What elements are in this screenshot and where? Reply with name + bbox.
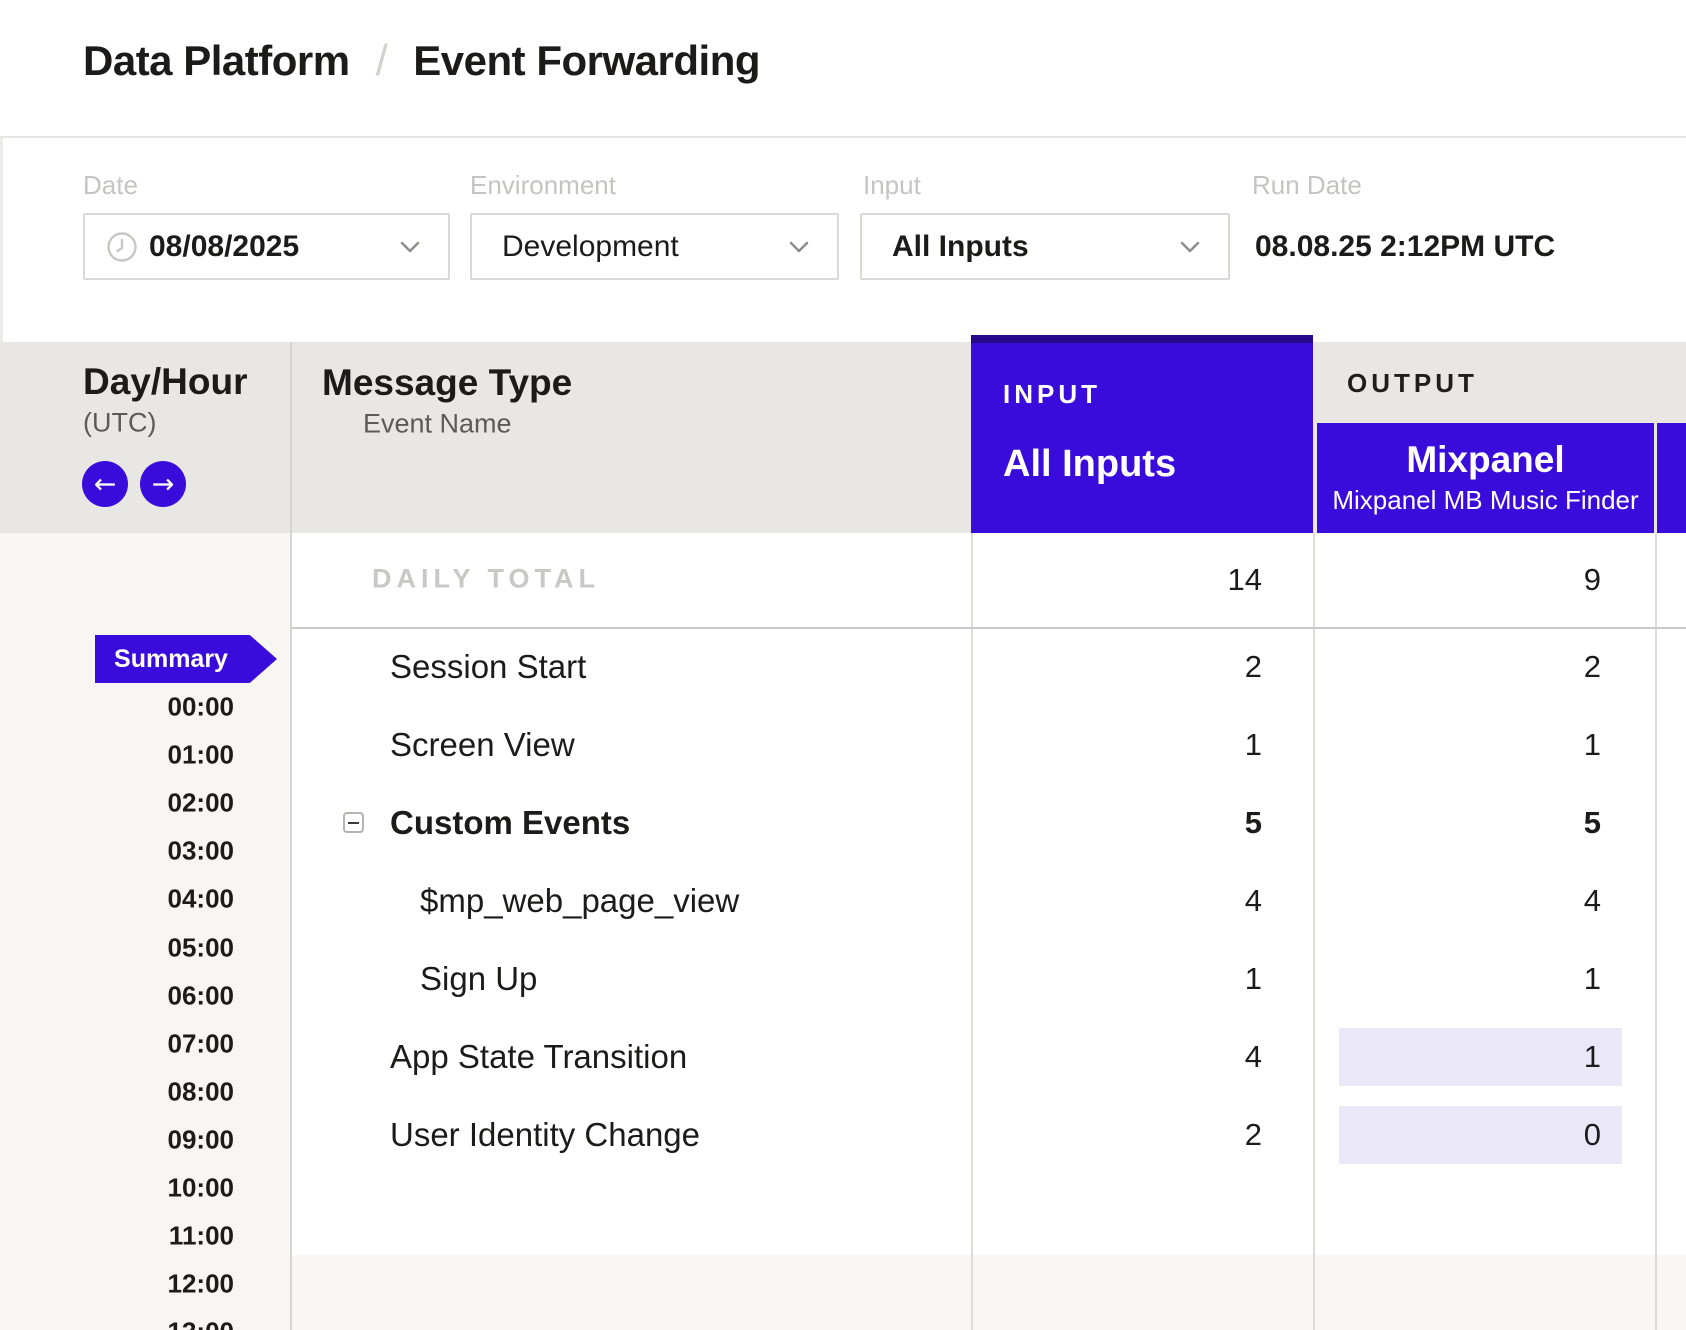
hour-label[interactable]: 13:00 (0, 1317, 234, 1330)
date-label: Date (83, 170, 138, 201)
environment-dropdown[interactable]: Development (470, 213, 839, 280)
input-count: 5 (1062, 805, 1262, 841)
table-footer-area (292, 1255, 1686, 1330)
input-dropdown[interactable]: All Inputs (860, 213, 1230, 280)
date-value: 08/08/2025 (149, 230, 299, 264)
input-count: 2 (1062, 649, 1262, 685)
hour-label[interactable]: 12:00 (0, 1269, 234, 1300)
run-date-value: 08.08.25 2:12PM UTC (1255, 230, 1555, 264)
day-hour-title: Day/Hour (83, 361, 247, 403)
output-count: 1 (1401, 727, 1601, 763)
run-date-label: Run Date (1252, 170, 1362, 201)
breadcrumb-separator: / (376, 36, 388, 86)
breadcrumb: Data Platform / Event Forwarding (83, 36, 760, 86)
output-count: 5 (1401, 805, 1601, 841)
hour-label[interactable]: 05:00 (0, 932, 234, 963)
output-count: 1 (1401, 961, 1601, 997)
breadcrumb-section[interactable]: Data Platform (83, 37, 350, 85)
output-count: 4 (1401, 883, 1601, 919)
hour-label[interactable]: 10:00 (0, 1173, 234, 1204)
minus-icon (348, 822, 359, 824)
hour-label[interactable]: 09:00 (0, 1124, 234, 1155)
output-header-label: OUTPUT (1347, 368, 1478, 399)
summary-flag[interactable]: Summary (95, 635, 277, 683)
hour-label[interactable]: 08:00 (0, 1076, 234, 1107)
hour-label[interactable]: 07:00 (0, 1028, 234, 1059)
input-column-header: INPUT All Inputs (971, 335, 1313, 533)
clock-icon (106, 231, 138, 268)
daily-total-output-count: 9 (1401, 562, 1601, 598)
gridline (1313, 533, 1315, 1330)
mixpanel-title: Mixpanel (1317, 439, 1654, 481)
day-hour-subtitle: (UTC) (83, 408, 156, 439)
mixpanel-column-header: Mixpanel Mixpanel MB Music Finder (1317, 423, 1654, 533)
hour-label[interactable]: 02:00 (0, 788, 234, 819)
input-value: All Inputs (892, 230, 1029, 264)
input-count: 4 (1062, 883, 1262, 919)
gridline (290, 342, 292, 1330)
event-name: App State Transition (390, 1038, 687, 1076)
chevron-down-icon (783, 231, 815, 263)
input-label: Input (863, 170, 921, 201)
hour-label[interactable]: 01:00 (0, 740, 234, 771)
highlighted-output-count[interactable]: 0 (1339, 1106, 1622, 1164)
input-count: 1 (1062, 727, 1262, 763)
date-dropdown[interactable]: 08/08/2025 (83, 213, 450, 280)
gridline (971, 533, 973, 1330)
event-name: Sign Up (420, 960, 537, 998)
arrow-right-icon: → (152, 469, 175, 500)
top-bar: Data Platform / Event Forwarding (0, 0, 1686, 138)
chevron-down-icon (394, 231, 426, 263)
breadcrumb-page: Event Forwarding (413, 37, 760, 85)
gridline (292, 627, 1686, 629)
highlighted-output-count[interactable]: 1 (1339, 1028, 1622, 1086)
event-forwarding-page: Data Platform / Event Forwarding Date En… (0, 0, 1686, 1330)
gridline (1655, 533, 1657, 1330)
next-day-button[interactable]: → (140, 461, 186, 507)
event-name: Screen View (390, 726, 575, 764)
environment-label: Environment (470, 170, 616, 201)
input-header-value: All Inputs (1003, 443, 1176, 486)
hour-label[interactable]: 00:00 (0, 692, 234, 723)
daily-total-label: DAILY TOTAL (372, 564, 600, 595)
prev-day-button[interactable]: ← (82, 461, 128, 507)
daily-total-input-count: 14 (1062, 562, 1262, 598)
event-name: Session Start (390, 648, 586, 686)
mixpanel-subtitle: Mixpanel MB Music Finder (1317, 485, 1654, 516)
next-output-column-partial (1657, 423, 1686, 533)
hour-label[interactable]: 03:00 (0, 836, 234, 867)
chevron-down-icon (1174, 231, 1206, 263)
input-count: 4 (1062, 1039, 1262, 1075)
output-count: 2 (1401, 649, 1601, 685)
event-name: $mp_web_page_view (420, 882, 739, 920)
arrow-left-icon: ← (94, 469, 117, 500)
input-header-label: INPUT (1003, 379, 1101, 410)
event-name-subtitle: Event Name (363, 409, 512, 440)
event-name: User Identity Change (390, 1116, 700, 1154)
input-count: 2 (1062, 1117, 1262, 1153)
hour-label[interactable]: 06:00 (0, 980, 234, 1011)
event-name: Custom Events (390, 804, 630, 842)
collapse-toggle[interactable] (343, 812, 364, 833)
hour-label[interactable]: 11:00 (0, 1221, 234, 1252)
message-type-title: Message Type (322, 362, 572, 404)
environment-value: Development (502, 230, 679, 264)
hour-label[interactable]: 04:00 (0, 884, 234, 915)
input-count: 1 (1062, 961, 1262, 997)
